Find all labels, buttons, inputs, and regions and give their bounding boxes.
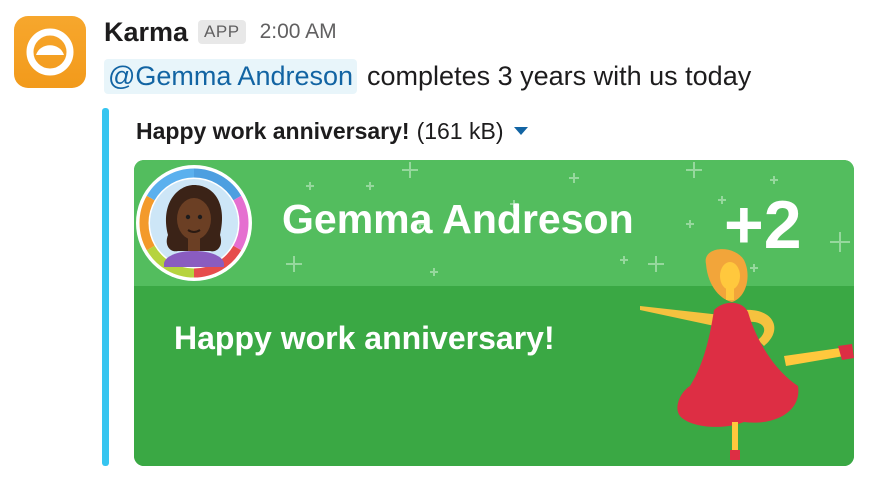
app-badge: APP [198, 20, 246, 44]
attachment-header: Happy work anniversary! (161 kB) [136, 114, 528, 148]
anniversary-card-image[interactable]: Gemma Andreson +2 Happy work anniversary… [134, 160, 854, 466]
app-icon[interactable] [14, 16, 86, 88]
user-mention[interactable]: @Gemma Andreson [104, 58, 358, 94]
attachment-size: (161 kB) [416, 117, 504, 144]
sender-name[interactable]: Karma [104, 17, 188, 48]
chevron-down-icon[interactable] [513, 127, 528, 135]
karma-points: +2 [724, 187, 802, 263]
dancing-woman-icon [640, 249, 854, 460]
timestamp[interactable]: 2:00 AM [260, 20, 337, 44]
karma-logo-icon [26, 28, 74, 76]
message-text: completes 3 years with us today [367, 60, 752, 91]
woman-avatar-icon [136, 165, 252, 281]
card-message: Happy work anniversary! [174, 320, 555, 356]
message-body: @Gemma Andreson completes 3 years with u… [104, 56, 751, 96]
attachment-title[interactable]: Happy work anniversary! [136, 118, 410, 145]
attachment-accent-bar [102, 108, 109, 466]
message-header: Karma APP 2:00 AM [104, 14, 337, 50]
card-name: Gemma Andreson [282, 196, 634, 242]
